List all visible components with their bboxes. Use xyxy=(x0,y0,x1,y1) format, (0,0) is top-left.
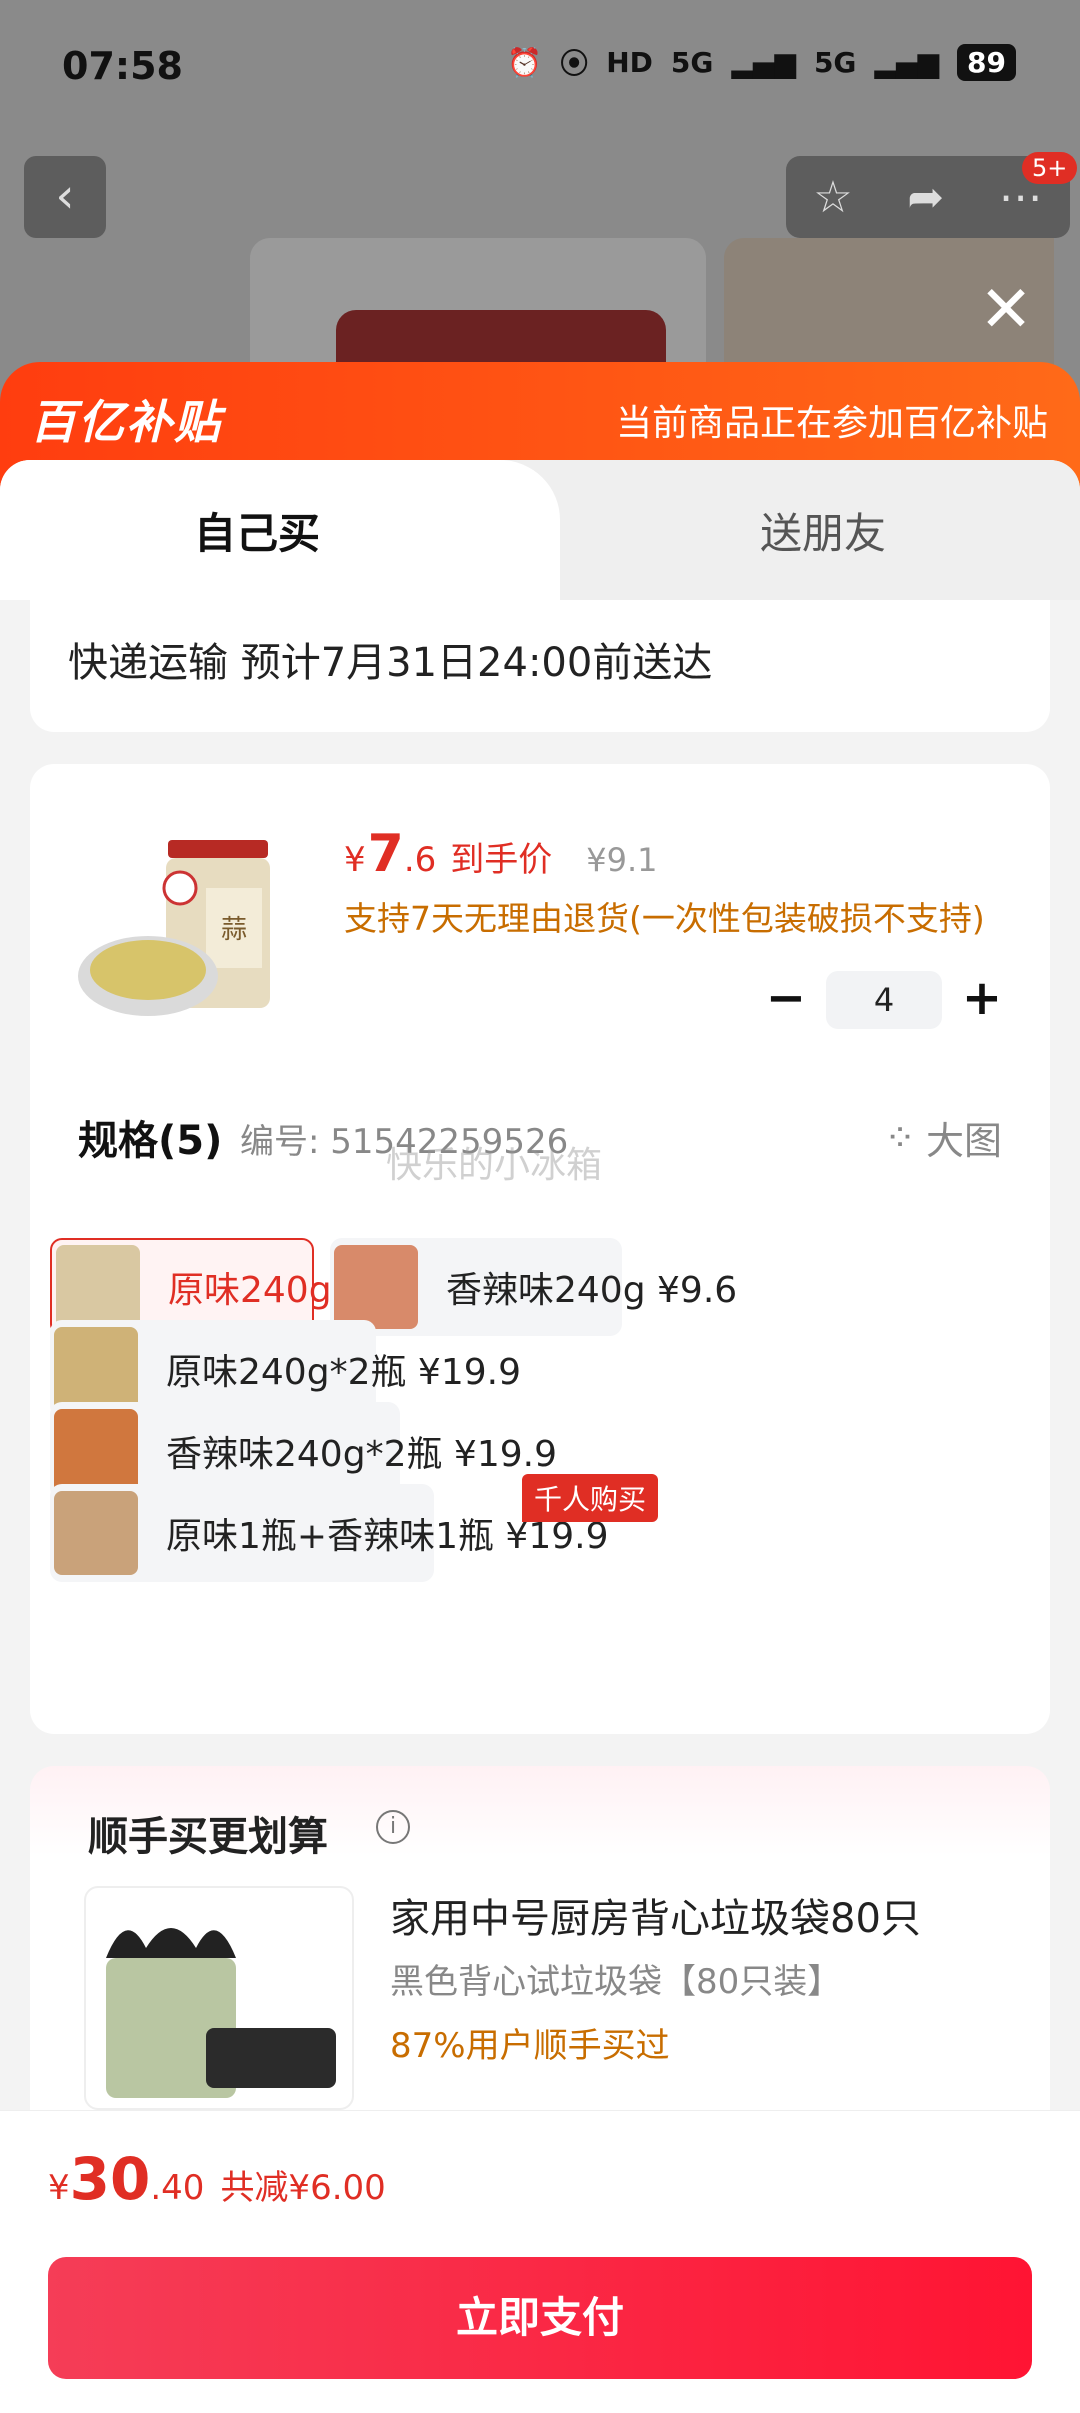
notification-badge: 5+ xyxy=(1022,152,1078,184)
total-integer: 30 xyxy=(69,2145,151,2213)
purchase-tabs: 自己买 送朋友 xyxy=(0,460,1080,600)
total-saving: 共减¥6.00 xyxy=(220,2168,386,2208)
location-icon: ⦿ xyxy=(560,47,589,80)
quantity-stepper: − 4 + xyxy=(746,970,1022,1030)
signal-2-label: 5G xyxy=(813,45,857,79)
spec-title: 规格(5) xyxy=(78,1118,223,1164)
signal-bars-icon: ▂▄▆ xyxy=(874,45,940,79)
price-integer: 7 xyxy=(367,824,404,884)
option-thumb xyxy=(54,1491,138,1575)
plus-button[interactable]: + xyxy=(942,970,1022,1030)
subsidy-logo: 百亿补贴 xyxy=(30,395,222,449)
price-currency: ¥ xyxy=(344,840,366,880)
back-button[interactable]: ‹ xyxy=(24,156,106,238)
info-icon[interactable]: i xyxy=(376,1810,410,1844)
hot-tag: 千人购买 xyxy=(522,1474,659,1522)
big-image-button[interactable]: ⁘ 大图 xyxy=(884,1110,1002,1165)
close-icon[interactable]: ✕ xyxy=(966,270,1046,350)
chevron-left-icon: ‹ xyxy=(55,168,75,224)
tab-self[interactable]: 自己买 xyxy=(194,500,320,561)
status-icons: ⏰ ⦿ HD 5G ▂▄▆ 5G ▂▄▆ 89 xyxy=(507,42,1016,82)
total-currency: ¥ xyxy=(48,2168,70,2208)
quantity-input[interactable]: 4 xyxy=(826,971,942,1029)
product-image: 蒜 xyxy=(78,840,270,1016)
pay-button[interactable]: 立即支付 xyxy=(48,2257,1032,2379)
price-tag: 到手价 xyxy=(450,840,553,880)
product-card: 蒜 ¥ 7 .6 到手价 ¥9.1 支持7天无理由退货(一次性包装破损不支持) … xyxy=(30,764,1050,1734)
subsidy-text: 当前商品正在参加百亿补贴 xyxy=(615,403,1048,444)
option-thumb xyxy=(54,1327,138,1411)
shipping-card: 快递运输 预计7月31日24:00前送达 xyxy=(30,600,1050,732)
add-on-subtitle: 黑色背心试垃圾袋【80只装】 xyxy=(390,1962,842,2002)
checkout-bar: ¥ 30 .40 共减¥6.00 立即支付 xyxy=(0,2110,1080,2413)
share-icon[interactable]: ➦ xyxy=(907,172,944,223)
tab-friend[interactable]: 送朋友 xyxy=(760,500,886,561)
add-on-name[interactable]: 家用中号厨房背心垃圾袋80只 xyxy=(390,1886,921,1944)
watermark: 快乐的小冰箱 xyxy=(386,1145,603,1186)
option-label: 香辣味240g ¥9.6 xyxy=(446,1270,738,1311)
price-row: ¥ 7 .6 到手价 ¥9.1 xyxy=(344,824,658,884)
jar-lid-graphic xyxy=(336,310,666,370)
total-price: ¥ 30 .40 共减¥6.00 xyxy=(48,2145,386,2213)
add-on-title: 顺手买更划算 xyxy=(88,1814,328,1860)
star-icon[interactable]: ☆ xyxy=(813,172,852,223)
option-thumb xyxy=(54,1409,138,1493)
minus-button[interactable]: − xyxy=(746,970,826,1030)
signal-bars-icon: ▂▄▆ xyxy=(731,45,796,79)
spec-option[interactable]: 原味1瓶+香辣味1瓶 ¥19.9 xyxy=(50,1484,608,1582)
return-policy: 支持7天无理由退货(一次性包装破损不支持) xyxy=(344,899,985,938)
option-thumb xyxy=(56,1245,140,1329)
signal-1-label: 5G xyxy=(670,45,714,79)
add-on-rate: 87%用户顺手买过 xyxy=(390,2026,670,2066)
battery-indicator: 89 xyxy=(957,43,1016,81)
add-on-image[interactable] xyxy=(84,1886,354,2110)
status-bar: 07:58 ⏰ ⦿ HD 5G ▂▄▆ 5G ▂▄▆ 89 xyxy=(0,0,1080,140)
option-label: 香辣味240g*2瓶 ¥19.9 xyxy=(166,1434,557,1475)
spec-option[interactable]: 香辣味240g ¥9.6 xyxy=(330,1238,737,1336)
price-decimal: .6 xyxy=(403,840,437,880)
shipping-text: 快递运输 预计7月31日24:00前送达 xyxy=(68,640,713,686)
total-decimal: .40 xyxy=(150,2168,205,2208)
option-thumb xyxy=(334,1245,418,1329)
big-image-label: 大图 xyxy=(925,1119,1002,1163)
grid-icon: ⁘ xyxy=(884,1115,916,1160)
option-label: 原味240g*2瓶 ¥19.9 xyxy=(166,1352,521,1393)
svg-text:蒜: 蒜 xyxy=(221,915,247,945)
alarm-icon: ⏰ xyxy=(507,45,543,79)
original-price: ¥9.1 xyxy=(586,841,658,879)
status-time: 07:58 xyxy=(62,44,183,88)
trash-bag-graphic xyxy=(106,1928,336,2098)
hd-indicator: HD xyxy=(606,45,653,79)
